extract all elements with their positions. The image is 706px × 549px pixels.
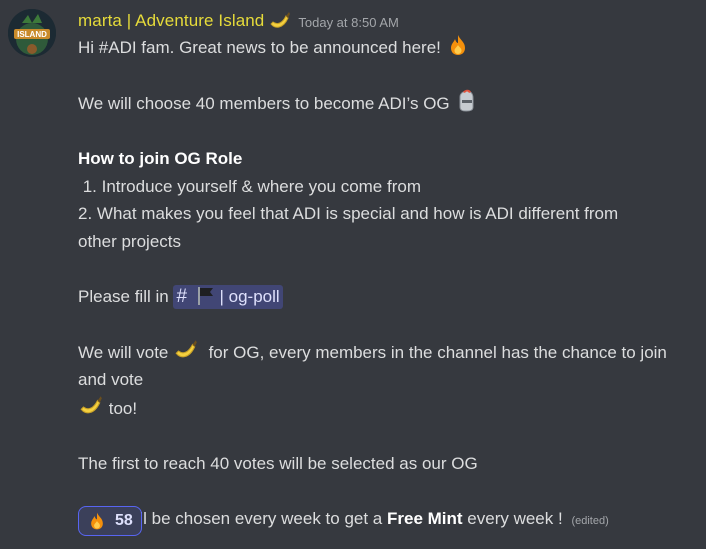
message-content: Hi #ADI fam. Great news to be announced … [78,33,688,535]
reactions: 58 [78,506,142,536]
message-line: Hi #ADI fam. Great news to be announced … [78,33,688,62]
mint-text: every week ! [462,508,563,528]
message-line: We will vote for OG, every members in th… [78,338,688,394]
choose-text: We will choose 40 members to become ADI’… [78,94,450,113]
svg-text:ISLAND: ISLAND [17,30,47,39]
edited-label: (edited) [571,514,609,527]
message-line: The first to reach 40 votes will be sele… [78,453,478,473]
banana-icon [173,338,199,362]
message-line: 1. Introduce yourself & where you come f… [78,176,421,196]
banana-icon [78,394,104,418]
message-line: 1 OG will be chosen every week to get a … [78,505,688,536]
chat-message: ISLAND marta | Adventure Island Today at… [0,0,706,549]
intro-text: Hi #ADI fam. Great news to be announced … [78,38,441,57]
vote-text: for OG, every members in the channel has… [78,342,672,390]
message-line: Please fill in # | og-poll [78,283,688,311]
banana-icon [268,10,292,32]
fill-text: Please fill in [78,286,169,306]
message-header: marta | Adventure Island Today at 8:50 A… [78,8,399,34]
free-mint-text: Free Mint [387,508,463,528]
how-to-join-heading: How to join OG Role [78,149,243,168]
channel-hash-icon: # [176,285,188,307]
timestamp: Today at 8:50 AM [298,14,399,30]
reaction-fire-button[interactable]: 58 [78,506,142,536]
vote-end-text: too! [108,398,138,418]
message-line: too! [78,394,688,423]
message-line: 2. What makes you feel that ADI is speci… [78,204,619,251]
avatar[interactable]: ISLAND [8,9,56,57]
channel-mention[interactable]: # | og-poll [173,284,283,309]
black-flag-icon [195,286,215,306]
username[interactable]: marta | Adventure Island [78,11,264,31]
fire-icon [446,33,470,57]
message-line: How to join OG Role [78,145,688,173]
knight-helmet-icon [454,89,478,113]
message-line: We will choose 40 members to become ADI’… [78,89,688,118]
channel-name: | og-poll [219,286,280,306]
vote-text: We will vote [78,342,169,362]
reaction-count: 58 [115,512,133,529]
fire-icon [87,511,107,531]
